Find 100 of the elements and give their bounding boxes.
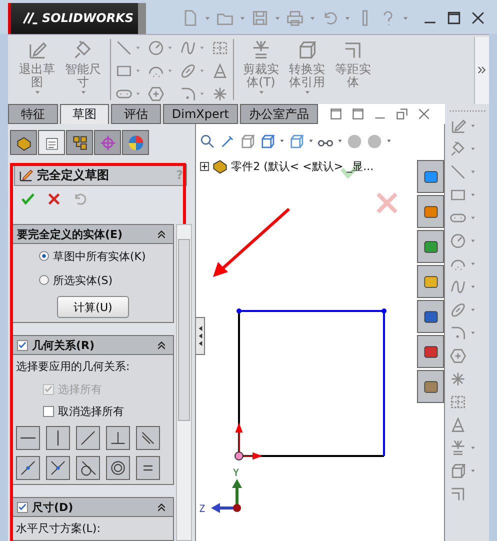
calculate-button[interactable]: 计算(U): [57, 296, 129, 318]
line-icon[interactable]: [115, 39, 133, 58]
relation-button[interactable]: [46, 456, 70, 480]
caret-icon[interactable]: [470, 123, 476, 129]
sketch-point[interactable]: [382, 308, 387, 314]
tile-right-icon[interactable]: [350, 106, 366, 122]
relation-button[interactable]: [76, 456, 100, 480]
caret-icon[interactable]: [470, 146, 476, 152]
collapse-icon[interactable]: [156, 502, 167, 512]
circle-icon[interactable]: [449, 232, 467, 250]
menu-flyout-handle[interactable]: [138, 2, 146, 34]
collapse-icon[interactable]: [156, 340, 167, 350]
hexagon-icon[interactable]: [147, 85, 165, 104]
text-icon[interactable]: [211, 62, 229, 80]
command-tab[interactable]: 特征: [8, 104, 58, 124]
line-icon[interactable]: [449, 163, 467, 181]
command-tab[interactable]: 草图: [60, 104, 110, 124]
offset-icon[interactable]: [449, 485, 467, 503]
app-logo[interactable]: SOLIDWORKS: [8, 2, 138, 34]
caret-icon[interactable]: [80, 89, 86, 96]
caret-icon[interactable]: [470, 192, 476, 198]
panel-tab[interactable]: [10, 130, 37, 155]
section-checkbox[interactable]: [17, 340, 28, 350]
task-pane-tab[interactable]: [417, 160, 444, 193]
caret-icon[interactable]: [470, 238, 476, 244]
checkbox[interactable]: [43, 406, 54, 416]
task-pane-tab[interactable]: [417, 370, 444, 403]
relation-button[interactable]: [16, 456, 40, 480]
caret-icon[interactable]: [470, 445, 476, 451]
smart-dimension-icon[interactable]: [449, 140, 467, 158]
spline-icon[interactable]: [449, 278, 467, 296]
panel-tab[interactable]: [122, 130, 149, 155]
caret-icon[interactable]: [470, 169, 476, 175]
task-pane-tab[interactable]: [417, 335, 444, 368]
caret-icon[interactable]: [386, 138, 392, 144]
radio-button[interactable]: [39, 275, 49, 285]
caret-icon[interactable]: [470, 330, 476, 336]
fillet-icon[interactable]: [179, 85, 197, 104]
relation-button[interactable]: [46, 426, 70, 450]
relation-button[interactable]: [106, 426, 130, 450]
tree-item[interactable]: 零件2 (默认< <默认> _显...: [231, 158, 374, 174]
caret-icon[interactable]: [402, 14, 409, 22]
save-icon[interactable]: [251, 9, 269, 28]
caret-icon[interactable]: [279, 138, 286, 144]
task-pane-tab[interactable]: [417, 300, 444, 333]
circle-icon[interactable]: [147, 39, 165, 58]
radio-button[interactable]: [39, 251, 49, 261]
relation-button[interactable]: [106, 456, 130, 480]
caret-icon[interactable]: [337, 138, 344, 144]
trim-icon[interactable]: [449, 439, 467, 457]
caret-icon[interactable]: [258, 89, 264, 96]
task-pane-tab[interactable]: [417, 195, 444, 228]
sketch-point[interactable]: [236, 308, 242, 314]
caret-icon[interactable]: [308, 138, 314, 144]
toolbar-grip-icon[interactable]: [449, 109, 487, 113]
cube-icon[interactable]: [449, 462, 467, 480]
cancel-cross-icon[interactable]: [376, 192, 398, 214]
caret-icon[interactable]: [204, 14, 211, 22]
exit-sketch-icon[interactable]: [449, 117, 467, 135]
restore-icon[interactable]: [394, 106, 410, 122]
caret-icon[interactable]: [470, 215, 476, 221]
panel-tab[interactable]: [66, 130, 93, 155]
command-tab[interactable]: 办公室产品: [240, 104, 318, 124]
ok-icon[interactable]: [20, 191, 36, 207]
search-icon[interactable]: [199, 132, 216, 150]
cancel-icon[interactable]: [46, 191, 62, 207]
fillet-icon[interactable]: [449, 324, 467, 342]
point-icon[interactable]: [211, 85, 229, 104]
caret-icon[interactable]: [239, 14, 246, 22]
hexagon-icon[interactable]: [449, 347, 467, 365]
confirm-check-icon[interactable]: [340, 162, 362, 179]
collapse-icon[interactable]: [156, 228, 167, 240]
undo-icon[interactable]: [72, 191, 88, 207]
display-cube-icon[interactable]: [288, 132, 306, 150]
caret-icon[interactable]: [470, 261, 476, 267]
point-icon[interactable]: [449, 370, 467, 388]
expand-toggle[interactable]: [200, 162, 210, 170]
splitter-handle[interactable]: [196, 317, 206, 355]
caret-icon[interactable]: [309, 14, 316, 22]
view-cube-icon[interactable]: [259, 132, 276, 150]
section-checkbox[interactable]: [17, 502, 28, 512]
sketch-line[interactable]: [383, 311, 386, 456]
text-icon[interactable]: [449, 416, 467, 434]
caret-icon[interactable]: [470, 468, 476, 474]
panel-tab[interactable]: [94, 130, 121, 155]
caret-icon[interactable]: [304, 89, 310, 96]
caret-icon[interactable]: [34, 89, 40, 96]
more-button[interactable]: [474, 36, 489, 104]
task-pane-tab[interactable]: [417, 230, 444, 263]
caret-icon[interactable]: [274, 14, 281, 22]
dashed-rectangle-icon[interactable]: [449, 393, 467, 411]
close-icon[interactable]: [416, 106, 432, 122]
task-pane-tab[interactable]: [417, 265, 444, 298]
command-tab[interactable]: DimXpert: [162, 104, 238, 124]
caret-icon[interactable]: [470, 284, 476, 290]
printer-icon[interactable]: [286, 9, 304, 28]
relation-button[interactable]: [136, 426, 160, 450]
tile-left-icon[interactable]: [328, 106, 344, 122]
caret-icon[interactable]: [344, 14, 351, 22]
panel-tab[interactable]: [38, 130, 65, 155]
